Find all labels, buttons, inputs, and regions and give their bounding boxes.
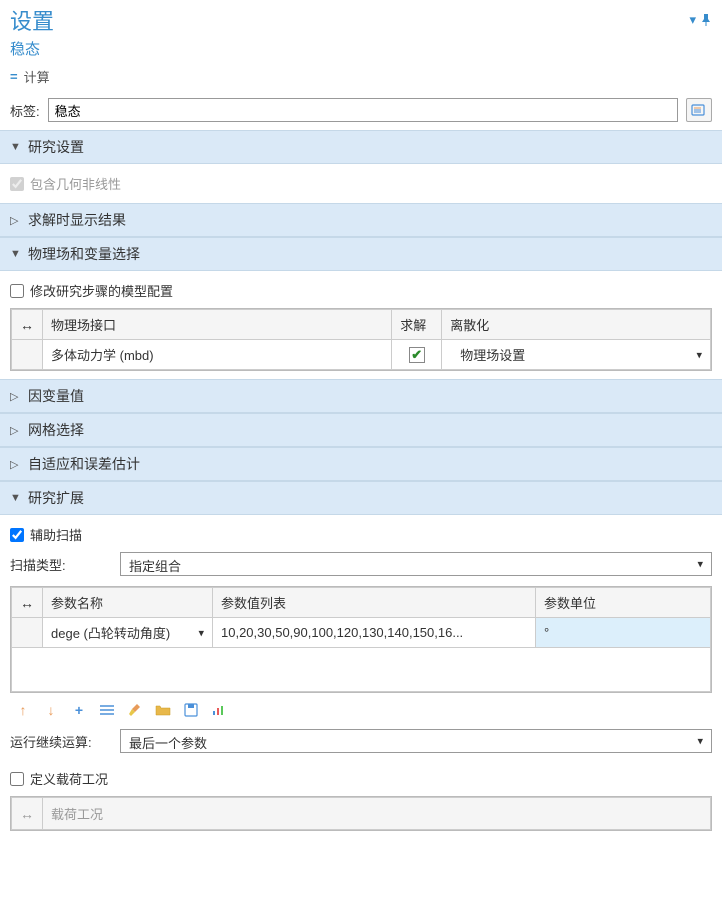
table-row[interactable]: 多体动力学 (mbd) ✔ 物理场设置 — [12, 340, 711, 370]
col-param-unit: 参数单位 — [536, 588, 711, 618]
cell-param-name[interactable]: dege (凸轮转动角度) — [43, 618, 213, 648]
panel-title: 设置 — [10, 4, 54, 36]
panel-subtitle: 稳态 — [0, 38, 722, 63]
chevron-down-icon: ▼ — [10, 141, 20, 153]
section-title: 研究扩展 — [28, 488, 84, 508]
section-study-extensions[interactable]: ▼ 研究扩展 — [0, 481, 722, 515]
section-show-results[interactable]: ▷ 求解时显示结果 — [0, 203, 722, 237]
compute-icon: = — [10, 69, 18, 84]
add-button[interactable]: + — [70, 701, 88, 719]
label-field-label: 标签: — [10, 101, 40, 120]
section-title: 求解时显示结果 — [28, 210, 126, 230]
breadcrumb: = 计算 — [0, 63, 722, 90]
clear-button[interactable] — [126, 701, 144, 719]
move-down-button[interactable]: ↓ — [42, 701, 60, 719]
label-edit-button[interactable] — [686, 98, 712, 122]
section-physics-selection[interactable]: ▼ 物理场和变量选择 — [0, 237, 722, 271]
section-mesh-selection[interactable]: ▷ 网格选择 — [0, 413, 722, 447]
section-title: 自适应和误差估计 — [28, 454, 140, 474]
section-dependent-vars[interactable]: ▷ 因变量值 — [0, 379, 722, 413]
include-nonlinearity-label: 包含几何非线性 — [30, 174, 121, 193]
sweep-toolbar: ↑ ↓ + — [10, 693, 712, 723]
section-title: 网格选择 — [28, 420, 84, 440]
aux-sweep-checkbox[interactable] — [10, 528, 24, 542]
modify-model-config-checkbox[interactable] — [10, 284, 24, 298]
sweep-type-label: 扫描类型: — [10, 555, 110, 574]
solve-checkbox[interactable]: ✔ — [409, 347, 425, 363]
plot-button[interactable] — [210, 701, 228, 719]
chevron-right-icon: ▷ — [10, 458, 20, 471]
cell-physics-name: 多体动力学 (mbd) — [43, 340, 392, 370]
chevron-down-icon: ▼ — [10, 492, 20, 504]
save-button[interactable] — [182, 701, 200, 719]
chevron-down-icon: ▼ — [10, 248, 20, 260]
include-nonlinearity-checkbox — [10, 177, 24, 191]
collapse-icon[interactable]: ▾ — [689, 12, 696, 28]
section-title: 研究设置 — [28, 137, 84, 157]
label-input[interactable] — [48, 98, 678, 122]
col-param-name: 参数名称 — [43, 588, 213, 618]
chevron-right-icon: ▷ — [10, 390, 20, 403]
define-load-cases-checkbox[interactable] — [10, 772, 24, 786]
breadcrumb-label: 计算 — [24, 67, 50, 86]
section-title: 物理场和变量选择 — [28, 244, 140, 264]
col-load-cases: 载荷工况 — [43, 798, 711, 830]
modify-model-config-label: 修改研究步骤的模型配置 — [30, 281, 173, 300]
cell-param-unit[interactable]: ° — [536, 618, 711, 648]
cell-param-values[interactable]: 10,20,30,50,90,100,120,130,140,150,16... — [213, 618, 536, 648]
chevron-right-icon: ▷ — [10, 424, 20, 437]
section-study-settings[interactable]: ▼ 研究设置 — [0, 130, 722, 164]
col-discretization: 离散化 — [442, 310, 711, 340]
col-param-values: 参数值列表 — [213, 588, 536, 618]
table-move-handle[interactable]: ↔ — [12, 310, 43, 340]
tag-icon — [691, 103, 707, 117]
cell-discretization[interactable]: 物理场设置 — [442, 340, 711, 370]
col-solve: 求解 — [392, 310, 442, 340]
list-button[interactable] — [98, 701, 116, 719]
col-physics-interface: 物理场接口 — [43, 310, 392, 340]
table-move-handle[interactable]: ↔ — [12, 798, 43, 830]
define-load-cases-label: 定义载荷工况 — [30, 769, 108, 788]
chevron-right-icon: ▷ — [10, 214, 20, 227]
run-continuation-select[interactable]: 最后一个参数 — [120, 729, 712, 753]
section-adaptation[interactable]: ▷ 自适应和误差估计 — [0, 447, 722, 481]
sweep-type-select[interactable]: 指定组合 — [120, 552, 712, 576]
table-row[interactable]: dege (凸轮转动角度) 10,20,30,50,90,100,120,130… — [12, 618, 711, 648]
table-move-handle[interactable]: ↔ — [12, 588, 43, 618]
open-button[interactable] — [154, 701, 172, 719]
section-title: 因变量值 — [28, 386, 84, 406]
table-empty-row — [12, 648, 711, 692]
pin-icon[interactable] — [700, 14, 712, 26]
run-continuation-label: 运行继续运算: — [10, 732, 110, 751]
aux-sweep-label: 辅助扫描 — [30, 525, 82, 544]
move-up-button[interactable]: ↑ — [14, 701, 32, 719]
